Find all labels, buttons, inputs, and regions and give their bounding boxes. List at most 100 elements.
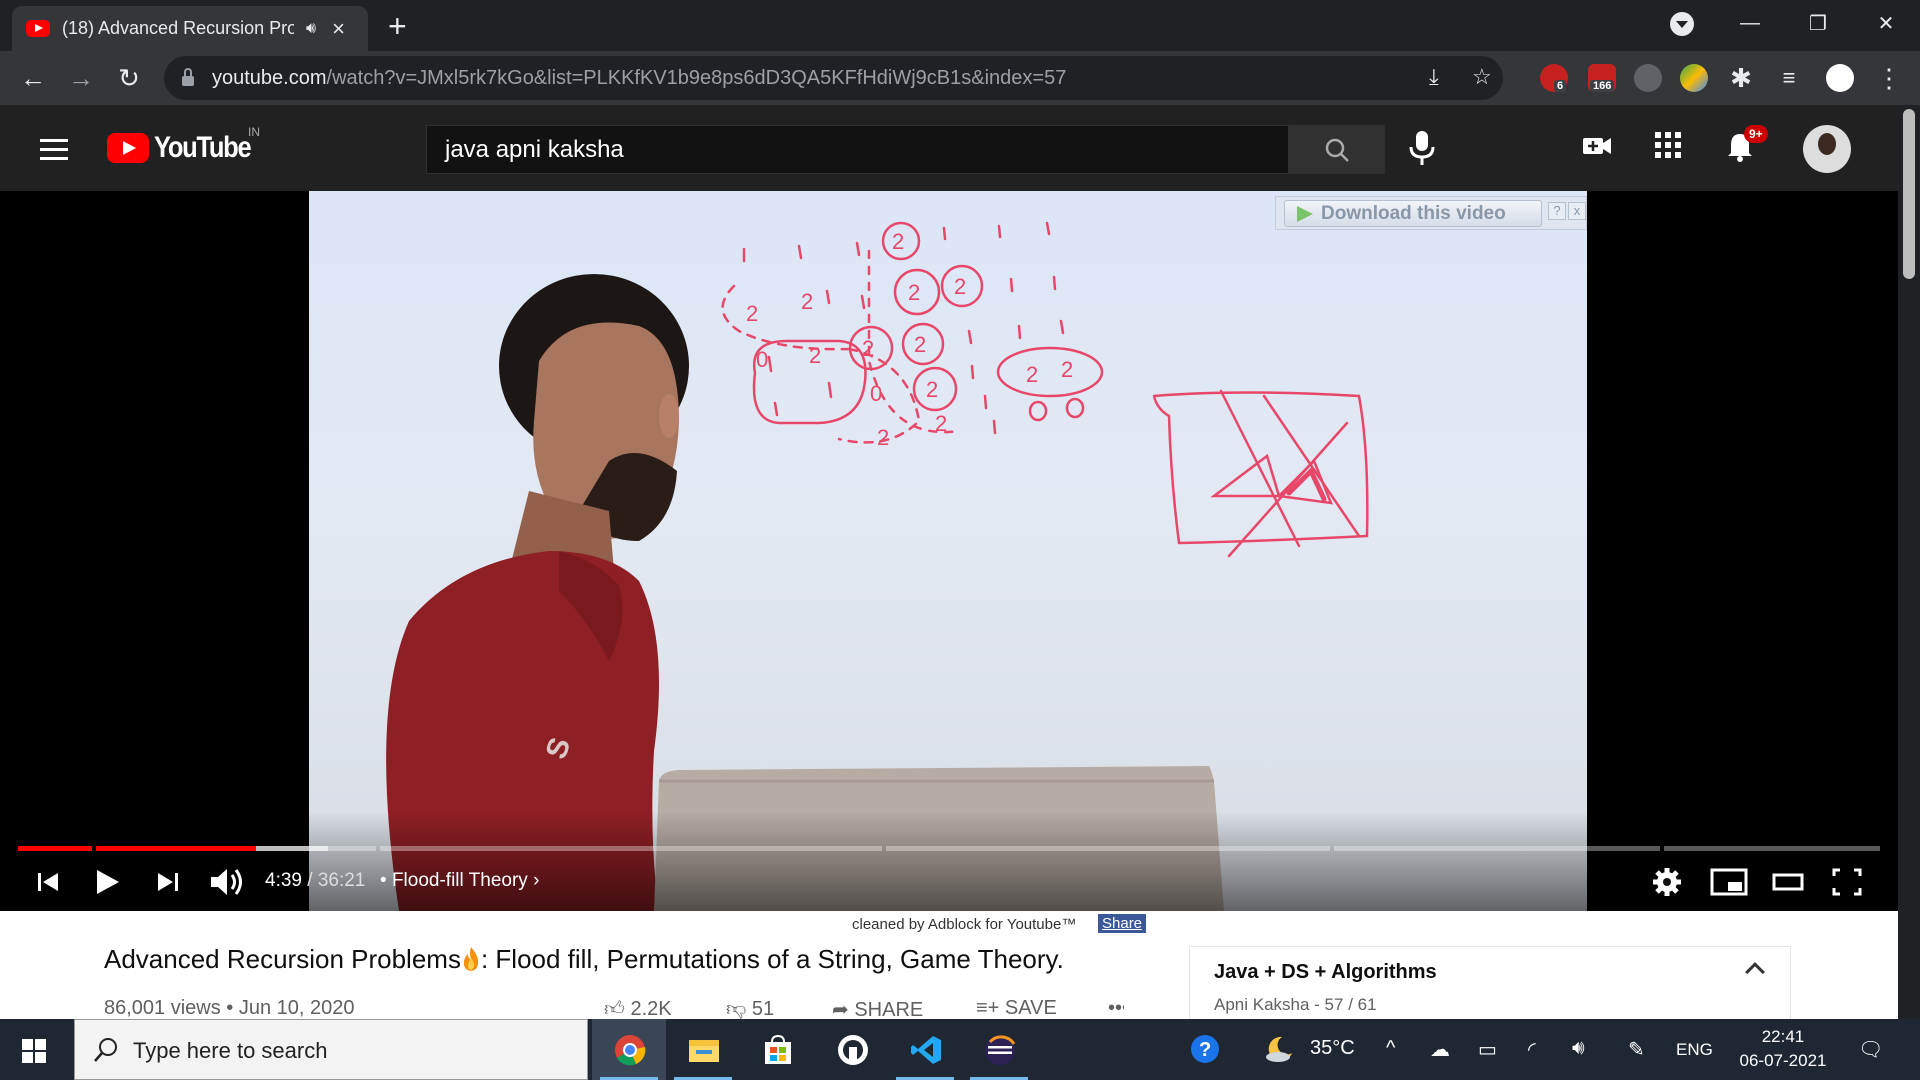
youtube-wordmark[interactable]: YouTube: [154, 131, 252, 165]
play-icon[interactable]: [92, 858, 122, 906]
apps-grid-icon[interactable]: [1654, 131, 1682, 164]
thumbs-down-icon: 👎︎: [726, 998, 747, 1019]
account-avatar[interactable]: [1803, 125, 1851, 173]
search-button[interactable]: [1289, 125, 1385, 174]
counter-extension-icon[interactable]: 166: [1588, 64, 1616, 92]
svg-text:2: 2: [809, 343, 821, 368]
windows-start-icon[interactable]: [22, 1039, 46, 1063]
tab-search-icon[interactable]: [1670, 12, 1694, 36]
github-desktop-icon[interactable]: [814, 1019, 888, 1080]
scrollbar-thumb[interactable]: [1903, 109, 1915, 279]
speaker-icon[interactable]: 🔊︎: [306, 20, 316, 38]
temperature[interactable]: 35°C: [1310, 1037, 1355, 1060]
previous-icon[interactable]: [34, 858, 62, 906]
lock-icon[interactable]: [182, 68, 194, 86]
close-window-icon[interactable]: ✕: [1852, 11, 1920, 36]
language-indicator[interactable]: ENG: [1676, 1040, 1713, 1060]
taskbar-search-box[interactable]: Type here to search: [74, 1019, 588, 1080]
minimize-icon[interactable]: —: [1716, 12, 1784, 35]
save-button[interactable]: ≡+ SAVE: [976, 997, 1057, 1019]
install-icon[interactable]: ⤓: [1429, 64, 1439, 90]
help-icon[interactable]: ?: [1190, 1034, 1220, 1070]
chapter-title[interactable]: • Flood-fill Theory ›: [380, 870, 539, 892]
system-clock[interactable]: 22:41 06-07-2021: [1733, 1025, 1833, 1073]
chapter-segment[interactable]: [1664, 846, 1880, 851]
bookmark-star-icon[interactable]: ☆: [1472, 64, 1492, 90]
settings-gear-icon[interactable]: [1652, 858, 1682, 906]
save-playlist-icon: ≡+: [976, 997, 1000, 1019]
profile-avatar-icon[interactable]: [1826, 64, 1854, 92]
color-extension-icon[interactable]: [1680, 64, 1708, 92]
svg-text:2: 2: [877, 425, 889, 450]
reload-icon[interactable]: ↻: [112, 61, 146, 95]
theater-mode-icon[interactable]: [1772, 858, 1804, 906]
volume-icon[interactable]: [208, 858, 248, 906]
pen-icon[interactable]: ✎: [1628, 1037, 1645, 1062]
share-button[interactable]: ➦ SHARE: [832, 997, 923, 1019]
svg-text:0: 0: [756, 347, 768, 372]
adblock-share-button[interactable]: Share: [1098, 914, 1147, 933]
svg-text:2: 2: [801, 289, 813, 314]
chapter-segment[interactable]: [1334, 846, 1660, 851]
adblock-note: cleaned by Adblock for Youtube™: [852, 916, 1077, 933]
next-icon[interactable]: [154, 858, 182, 906]
chapter-segment[interactable]: [886, 846, 1330, 851]
current-time: 4:39: [265, 870, 302, 891]
microphone-icon[interactable]: [1404, 127, 1440, 171]
onedrive-cloud-icon[interactable]: ☁: [1430, 1037, 1450, 1062]
chrome-app-icon[interactable]: [592, 1019, 666, 1080]
counter-badge: 166: [1590, 80, 1615, 92]
volume-tray-icon[interactable]: 🔊︎: [1572, 1037, 1585, 1060]
download-close-icon[interactable]: x: [1568, 202, 1586, 220]
playlist-subtitle: Apni Kaksha - 57 / 61: [1214, 995, 1377, 1014]
new-tab-button[interactable]: +: [388, 8, 407, 45]
chrome-menu-icon[interactable]: ⋮: [1872, 61, 1906, 95]
hamburger-menu-icon[interactable]: [40, 139, 68, 160]
battery-icon[interactable]: ▭: [1478, 1037, 1497, 1062]
adblock-badge: 6: [1554, 80, 1567, 92]
address-bar[interactable]: youtube.com/watch?v=JMxl5rk7kGo&list=PLK…: [164, 56, 1503, 100]
forward-icon[interactable]: →: [64, 61, 98, 95]
playlist-title[interactable]: Java + DS + Algorithms: [1214, 961, 1437, 984]
more-actions-icon[interactable]: •••: [1108, 997, 1124, 1019]
country-code: IN: [248, 125, 260, 139]
download-video-button[interactable]: Download this video: [1284, 200, 1542, 227]
progress-bar[interactable]: [18, 846, 1880, 851]
miniplayer-icon[interactable]: [1710, 858, 1748, 906]
collapse-chevron-icon[interactable]: [1745, 962, 1765, 982]
search-icon: [94, 1038, 117, 1062]
wifi-icon[interactable]: ◜: [1528, 1037, 1536, 1062]
fullscreen-icon[interactable]: [1832, 858, 1862, 906]
like-button[interactable]: 👍︎ 2.2K: [604, 997, 672, 1019]
dislike-button[interactable]: 👎︎ 51: [726, 997, 774, 1019]
vscode-icon[interactable]: [888, 1019, 962, 1080]
back-icon[interactable]: ←: [16, 61, 50, 95]
save-label: SAVE: [1004, 997, 1057, 1019]
browser-tab[interactable]: (18) Advanced Recursion Pro 🔊︎ ×: [12, 6, 368, 51]
adblock-extension-icon[interactable]: 6: [1540, 64, 1568, 92]
extensions-puzzle-icon[interactable]: ✱: [1724, 61, 1758, 95]
show-hidden-icons-chevron-icon[interactable]: ^: [1386, 1037, 1395, 1060]
youtube-logo-icon[interactable]: [107, 133, 149, 163]
cloud-extension-icon[interactable]: [1634, 64, 1662, 92]
file-explorer-icon[interactable]: [666, 1019, 740, 1080]
tab-close-icon[interactable]: ×: [332, 16, 345, 42]
create-video-icon[interactable]: [1582, 131, 1612, 166]
player-controls: 4:39 / 36:21 • Flood-fill Theory ›: [0, 858, 1898, 906]
youtube-header: YouTube IN java apni kaksha 9+: [0, 105, 1898, 191]
microsoft-store-icon[interactable]: [740, 1019, 814, 1080]
weather-moon-icon[interactable]: [1262, 1033, 1296, 1069]
video-frame[interactable]: 222 222 222 22 22 00 S: [309, 191, 1587, 911]
url-path: /watch?v=JMxl5rk7kGo&list=PLKKfKV1b9e8ps…: [326, 66, 1067, 89]
eclipse-ide-icon[interactable]: [962, 1019, 1036, 1080]
video-player[interactable]: 222 222 222 22 22 00 S Download this vid…: [0, 191, 1898, 911]
video-info: cleaned by Adblock for Youtube™ Share Ad…: [0, 911, 1898, 1036]
download-help-icon[interactable]: ?: [1548, 202, 1566, 220]
chapter-segment[interactable]: [380, 846, 882, 851]
page-scrollbar[interactable]: [1898, 105, 1920, 1019]
fire-emoji-icon: [463, 947, 479, 971]
restore-icon[interactable]: ❐: [1784, 11, 1852, 36]
search-input[interactable]: java apni kaksha: [426, 125, 1289, 174]
media-control-icon[interactable]: ≡: [1772, 61, 1806, 95]
notification-center-icon[interactable]: 🗨︎: [1858, 1037, 1883, 1062]
